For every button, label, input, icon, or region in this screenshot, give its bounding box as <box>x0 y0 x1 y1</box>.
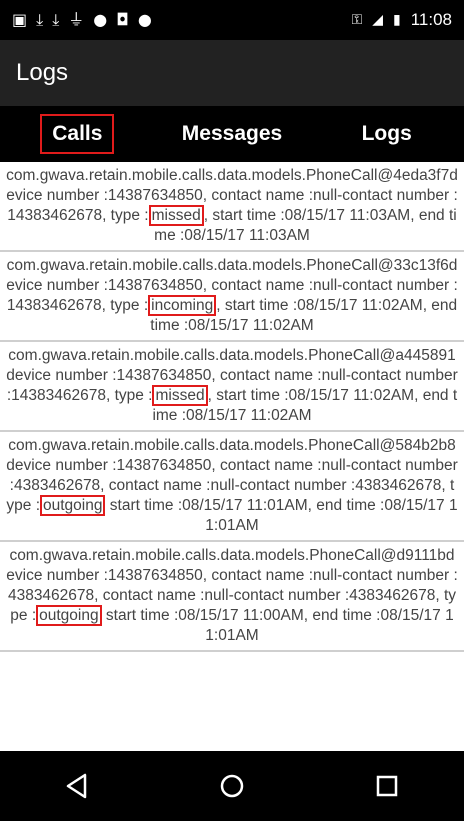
tab-logs-label: Logs <box>361 122 412 145</box>
recents-button[interactable] <box>357 761 417 811</box>
call-type: outgoing <box>40 495 106 516</box>
call-type: missed <box>152 385 208 406</box>
tab-messages-label: Messages <box>181 122 283 145</box>
call-type: incoming <box>148 295 217 316</box>
tab-logs[interactable]: Logs <box>309 116 464 152</box>
signal-icon: ◢ <box>372 12 383 28</box>
download-icon: ⤓ <box>36 10 44 29</box>
navigation-bar <box>0 751 464 821</box>
vpn-key-icon: ⚿ <box>351 12 363 28</box>
app-bar: Logs <box>0 40 464 106</box>
image-icon: ▣ <box>12 10 28 29</box>
tab-calls[interactable]: Calls <box>0 114 155 154</box>
call-log-list[interactable]: com.gwava.retain.mobile.calls.data.model… <box>0 162 464 751</box>
android-icon: ● <box>137 10 152 29</box>
tab-messages[interactable]: Messages <box>155 116 310 152</box>
android-icon: ● <box>93 10 108 29</box>
log-item[interactable]: com.gwava.retain.mobile.calls.data.model… <box>0 342 464 432</box>
tab-bar: Calls Messages Logs <box>0 106 464 162</box>
log-item[interactable]: com.gwava.retain.mobile.calls.data.model… <box>0 162 464 252</box>
recents-icon <box>376 775 397 797</box>
status-time: 11:08 <box>410 10 452 29</box>
home-button[interactable] <box>202 761 262 811</box>
log-item[interactable]: com.gwava.retain.mobile.calls.data.model… <box>0 252 464 342</box>
battery-icon: ▮ <box>393 12 401 28</box>
log-text: start time :08/15/17 11:00AM, end time :… <box>101 607 454 644</box>
back-button[interactable] <box>47 761 107 811</box>
call-type: outgoing <box>36 605 102 626</box>
log-text: start time :08/15/17 11:01AM, end time :… <box>105 497 458 534</box>
system-icons: ⚿ ◢ ▮ 11:08 <box>352 10 452 30</box>
download-icon: ⤓ <box>52 10 60 29</box>
log-item[interactable]: com.gwava.retain.mobile.calls.data.model… <box>0 542 464 652</box>
tab-calls-label: Calls <box>40 114 115 154</box>
usb-icon: ⏚ <box>68 10 85 29</box>
log-item[interactable]: com.gwava.retain.mobile.calls.data.model… <box>0 432 464 542</box>
call-type: missed <box>148 205 204 226</box>
notification-icons: ▣ ⤓ ⤓ ⏚ ● ◘ ● <box>12 12 152 28</box>
back-icon <box>67 773 87 799</box>
status-bar: ▣ ⤓ ⤓ ⏚ ● ◘ ● ⚿ ◢ ▮ 11:08 <box>0 0 464 40</box>
app-title: Logs <box>16 59 69 86</box>
save-icon: ◘ <box>116 10 129 29</box>
home-icon <box>220 774 244 798</box>
